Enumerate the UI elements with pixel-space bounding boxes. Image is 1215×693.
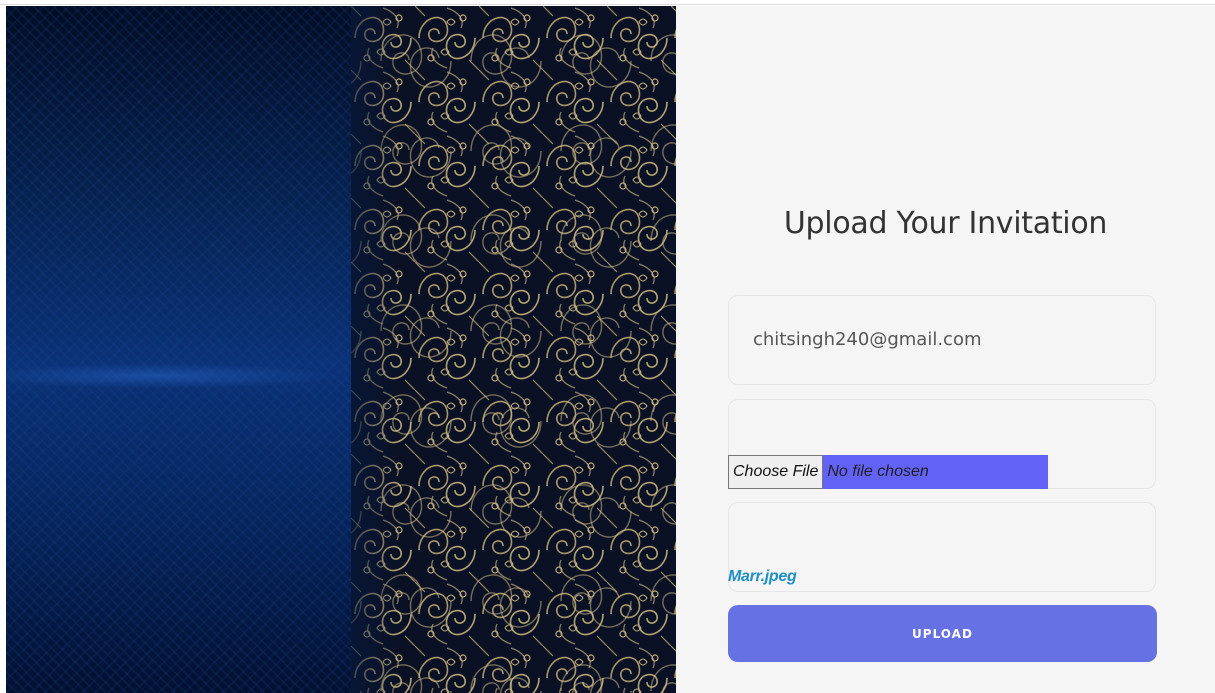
upload-form-panel: Upload Your Invitation chitsingh240@gmai… xyxy=(676,6,1215,693)
ornament-pattern-svg xyxy=(351,6,676,693)
hero-ornament-panel xyxy=(351,6,676,693)
choose-file-button[interactable]: Choose File xyxy=(728,455,824,489)
email-field[interactable]: chitsingh240@gmail.com xyxy=(728,295,1156,385)
top-border xyxy=(0,0,1215,5)
page: Upload Your Invitation chitsingh240@gmai… xyxy=(0,0,1215,693)
hero-blue-panel xyxy=(6,6,351,693)
page-title: Upload Your Invitation xyxy=(783,206,1108,241)
file-input[interactable]: Choose File No file chosen xyxy=(728,455,1048,489)
email-field-value: chitsingh240@gmail.com xyxy=(753,329,982,350)
invitation-hero-image xyxy=(6,6,676,693)
file-status-text: No file chosen xyxy=(823,455,1048,489)
uploaded-file-link[interactable]: Marr.jpeg xyxy=(728,568,797,586)
upload-button[interactable]: UPLOAD xyxy=(728,605,1157,662)
